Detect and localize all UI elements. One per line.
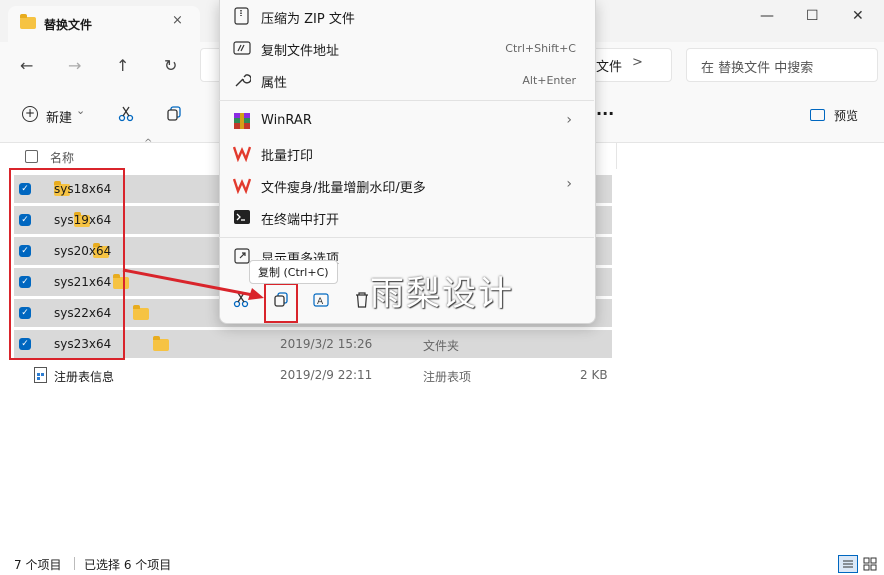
watermark-text: 雨梨设计	[370, 274, 514, 314]
item-count: 7 个项目	[14, 558, 62, 572]
selected-count: 已选择 6 个项目	[84, 558, 172, 572]
details-view-icon	[843, 560, 853, 568]
tiles-view-icon[interactable]	[862, 556, 878, 572]
details-view-button[interactable]	[838, 555, 858, 573]
status-divider	[74, 557, 75, 570]
